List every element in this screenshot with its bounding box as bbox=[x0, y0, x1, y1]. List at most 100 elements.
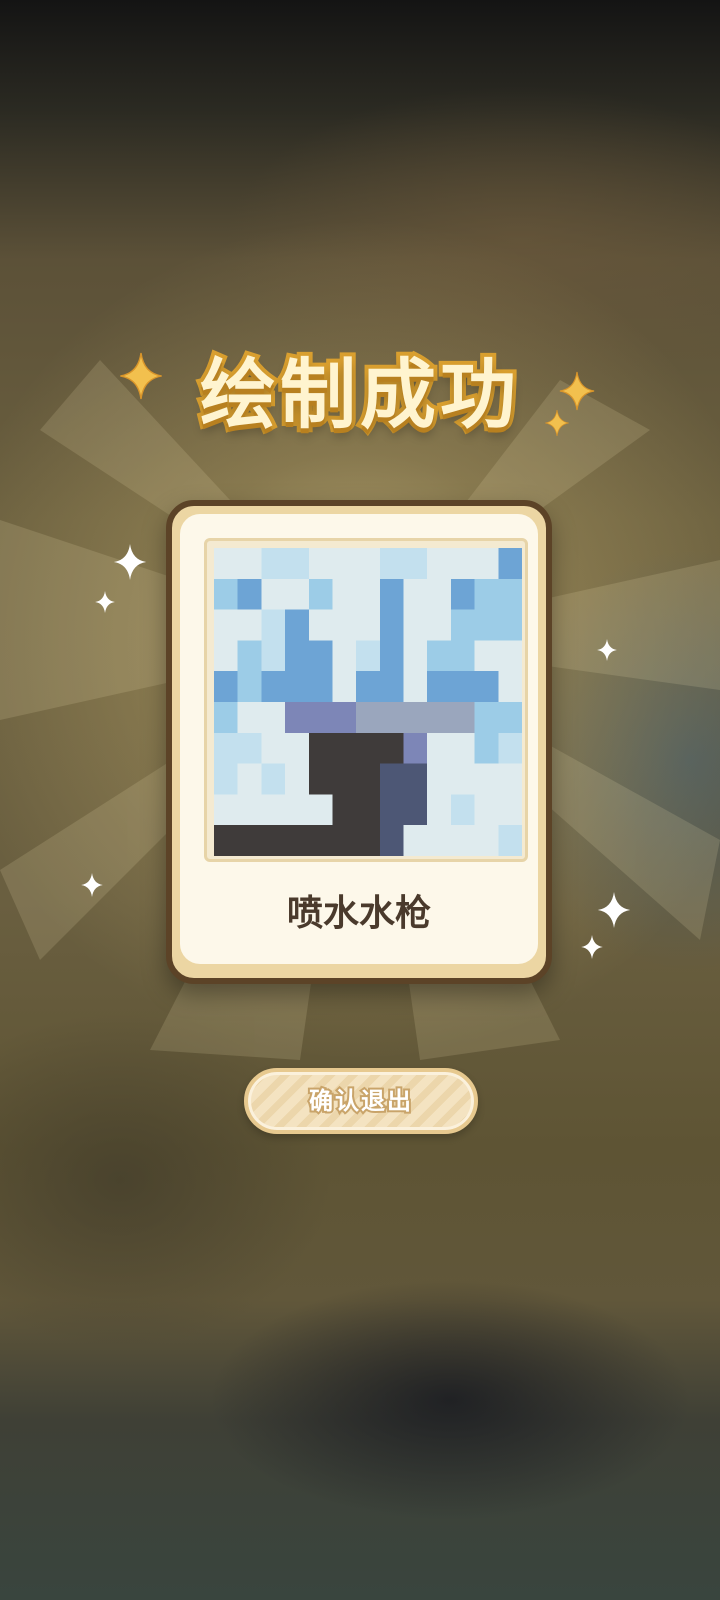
pixel-cell bbox=[474, 794, 499, 826]
pixel-cell bbox=[214, 732, 239, 765]
pixel-cell bbox=[379, 609, 405, 642]
artwork-card: 喷水水枪 bbox=[166, 500, 552, 984]
pixel-cell bbox=[332, 578, 357, 611]
pixel-cell bbox=[285, 671, 310, 703]
pixel-cell bbox=[332, 640, 357, 672]
pixel-cell bbox=[427, 548, 452, 580]
pixel-cell bbox=[498, 548, 522, 580]
pixel-cell bbox=[237, 794, 262, 826]
pixel-cell bbox=[332, 609, 357, 642]
pixel-cell bbox=[332, 825, 357, 856]
pixel-cell bbox=[450, 763, 476, 796]
pixel-cell bbox=[379, 578, 405, 611]
confirm-exit-button[interactable]: 确认退出 bbox=[244, 1068, 478, 1134]
pixel-cell bbox=[450, 609, 476, 642]
pixel-cell bbox=[403, 702, 428, 734]
pixel-cell bbox=[332, 732, 357, 765]
pixel-cell bbox=[403, 609, 428, 642]
pixel-cell bbox=[308, 609, 333, 642]
pixel-cell bbox=[427, 763, 452, 796]
pixel-cell bbox=[261, 702, 286, 734]
pixel-cell bbox=[498, 578, 522, 611]
pixel-cell bbox=[356, 671, 381, 703]
pixel-cell bbox=[403, 763, 428, 796]
pixel-cell bbox=[498, 702, 522, 734]
pixel-cell bbox=[237, 548, 262, 580]
pixel-cell bbox=[285, 794, 310, 826]
pixel-cell bbox=[356, 732, 381, 765]
pixel-cell bbox=[285, 640, 310, 672]
pixel-cell bbox=[285, 825, 310, 856]
pixel-cell bbox=[474, 671, 499, 703]
pixel-cell bbox=[474, 825, 499, 856]
sparkle-icon bbox=[81, 873, 103, 897]
pixel-cell bbox=[427, 794, 452, 826]
pixel-cell bbox=[427, 671, 452, 703]
pixel-cell bbox=[285, 609, 310, 642]
pixel-cell bbox=[379, 794, 405, 826]
pixel-cell bbox=[450, 794, 476, 826]
pixel-cell bbox=[403, 640, 428, 672]
pixel-cell bbox=[261, 794, 286, 826]
pixel-cell bbox=[308, 825, 333, 856]
pixel-cell bbox=[450, 578, 476, 611]
pixel-cell bbox=[403, 578, 428, 611]
pixel-cell bbox=[379, 548, 405, 580]
pixel-cell bbox=[285, 548, 310, 580]
pixel-cell bbox=[427, 640, 452, 672]
pixel-cell bbox=[261, 578, 286, 611]
pixel-cell bbox=[474, 640, 499, 672]
sparkle-icon bbox=[113, 544, 147, 580]
pixel-cell bbox=[261, 671, 286, 703]
pixel-cell bbox=[356, 548, 381, 580]
pixel-cell bbox=[261, 732, 286, 765]
pixel-cell bbox=[356, 702, 381, 734]
pixel-cell bbox=[427, 609, 452, 642]
pixel-cell bbox=[332, 763, 357, 796]
pixel-cell bbox=[237, 732, 262, 765]
pixel-cell bbox=[261, 640, 286, 672]
pixel-cell bbox=[379, 763, 405, 796]
pixel-cell bbox=[214, 825, 239, 856]
pixel-cell bbox=[379, 640, 405, 672]
pixel-cell bbox=[237, 640, 262, 672]
pixel-cell bbox=[427, 578, 452, 611]
pixel-cell bbox=[356, 825, 381, 856]
pixel-cell bbox=[261, 825, 286, 856]
pixel-cell bbox=[308, 702, 333, 734]
sparkle-icon bbox=[581, 935, 603, 959]
pixel-cell bbox=[308, 794, 333, 826]
sparkle-icon bbox=[559, 371, 595, 411]
pixel-cell bbox=[379, 825, 405, 856]
pixel-cell bbox=[498, 825, 522, 856]
pixel-cell bbox=[450, 702, 476, 734]
pixel-cell bbox=[214, 702, 239, 734]
pixel-cell bbox=[498, 640, 522, 672]
pixel-cell bbox=[237, 702, 262, 734]
pixel-cell bbox=[308, 732, 333, 765]
pixel-cell bbox=[450, 640, 476, 672]
pixel-cell bbox=[237, 671, 262, 703]
pixel-cell bbox=[285, 763, 310, 796]
pixel-cell bbox=[308, 548, 333, 580]
sparkle-icon bbox=[597, 639, 617, 661]
pixel-cell bbox=[332, 548, 357, 580]
pixel-cell bbox=[498, 732, 522, 765]
pixel-cell bbox=[450, 732, 476, 765]
pixel-cell bbox=[474, 578, 499, 611]
pixel-cell bbox=[332, 671, 357, 703]
pixel-cell bbox=[285, 702, 310, 734]
pixel-cell bbox=[427, 825, 452, 856]
pixel-art bbox=[214, 548, 522, 856]
pixel-cell bbox=[498, 794, 522, 826]
pixel-cell bbox=[214, 671, 239, 703]
sparkle-icon bbox=[120, 352, 162, 400]
pixel-cell bbox=[261, 609, 286, 642]
pixel-cell bbox=[308, 763, 333, 796]
pixel-cell bbox=[237, 578, 262, 611]
pixel-cell bbox=[308, 578, 333, 611]
success-title: 绘制成功 bbox=[196, 346, 520, 443]
card-inner: 喷水水枪 bbox=[180, 514, 538, 964]
sparkle-icon bbox=[95, 591, 115, 613]
pixel-cell bbox=[356, 578, 381, 611]
